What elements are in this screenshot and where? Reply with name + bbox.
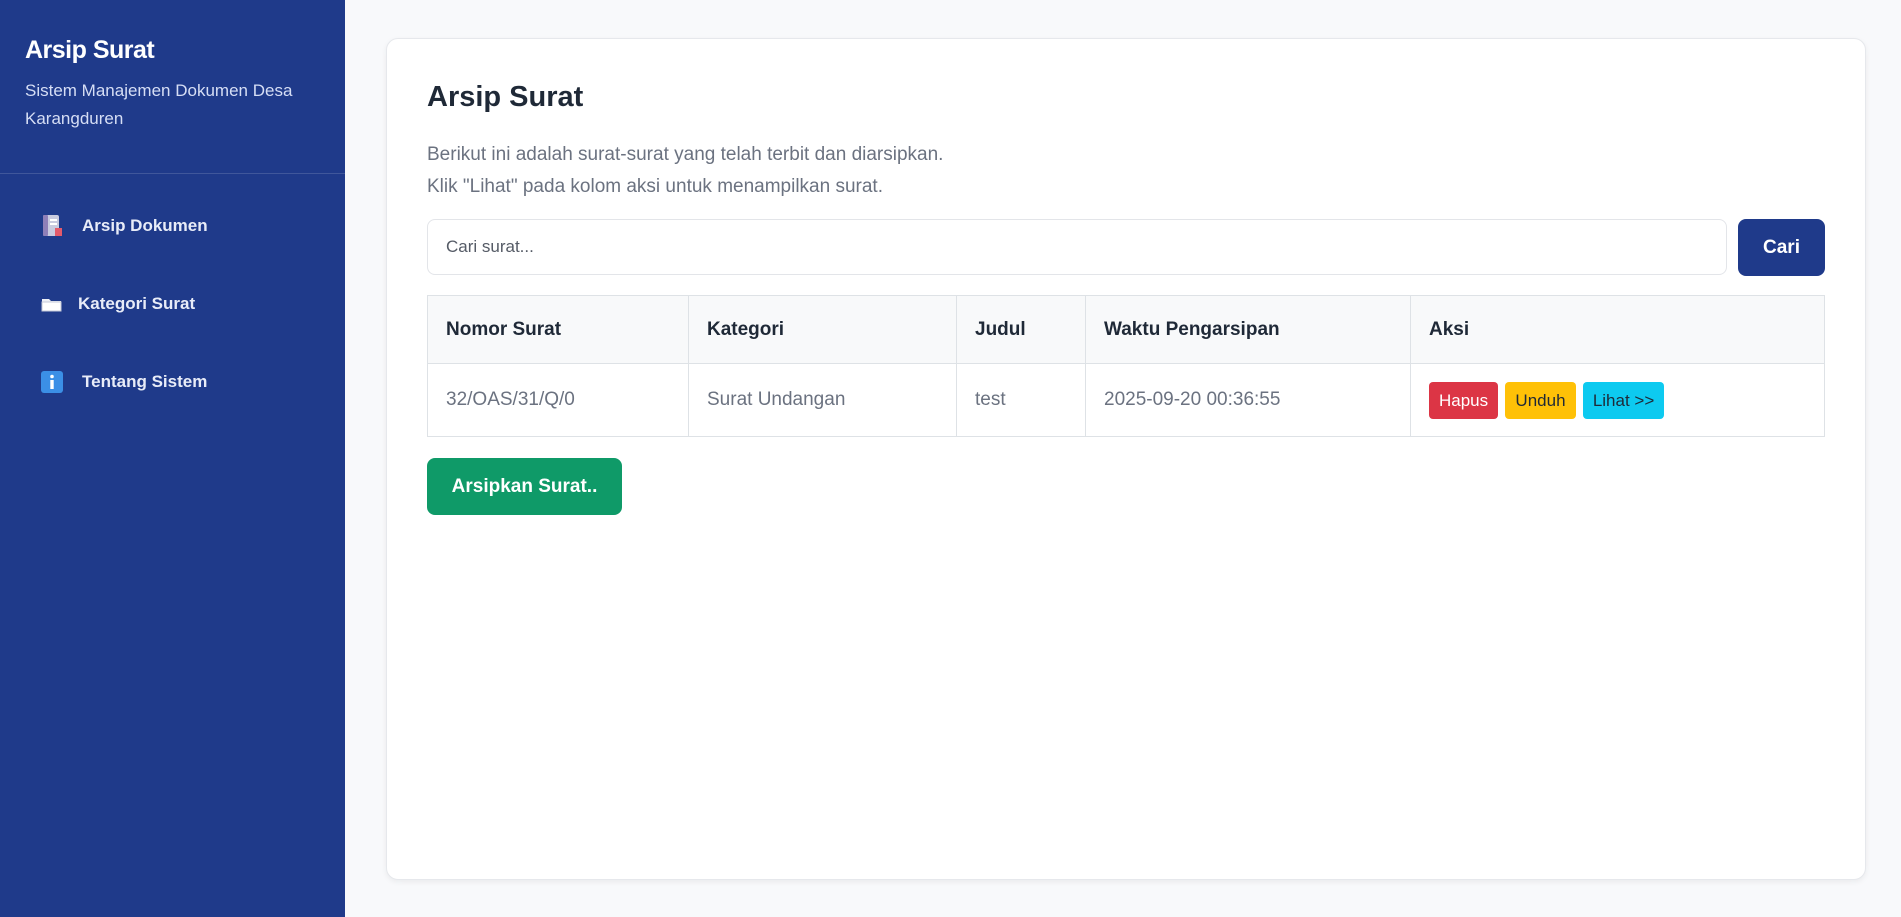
archive-letter-button[interactable]: Arsipkan Surat.. [427,458,622,515]
download-button[interactable]: Unduh [1505,381,1576,419]
folder-icon [38,290,66,318]
column-header-waktu-pengarsipan: Waktu Pengarsipan [1085,295,1411,364]
column-header-kategori: Kategori [688,295,957,364]
sidebar-header: Arsip Surat Sistem Manajemen Dokumen Des… [0,0,345,174]
sidebar-item-kategori-surat[interactable]: Kategori Surat [0,282,345,326]
sidebar-item-tentang-sistem[interactable]: Tentang Sistem [0,360,345,404]
column-header-nomor-surat: Nomor Surat [427,295,689,364]
description-line-1: Berikut ini adalah surat-surat yang tela… [427,144,944,165]
table-row: 32/OAS/31/Q/0 Surat Undangan test 2025-0… [427,363,1825,437]
cell-nomor-surat: 32/OAS/31/Q/0 [427,363,689,437]
sidebar-item-arsip-dokumen[interactable]: Arsip Dokumen [0,204,345,248]
sidebar-nav: Arsip Dokumen Kategori Surat Tentang Sis… [0,174,345,404]
cell-actions: Hapus Unduh Lihat >> [1410,363,1825,437]
sidebar-item-label: Tentang Sistem [82,372,208,391]
archive-table: Nomor Surat Kategori Judul Waktu Pengars… [427,295,1825,437]
description-line-2: Klik "Lihat" pada kolom aksi untuk menam… [427,176,883,197]
view-button[interactable]: Lihat >> [1582,381,1665,419]
app-root: Arsip Surat Sistem Manajemen Dokumen Des… [0,0,1901,917]
column-header-judul: Judul [956,295,1086,364]
main-card: Arsip Surat Berikut ini adalah surat-sur… [386,38,1866,880]
app-title: Arsip Surat [25,36,155,64]
cell-judul: test [956,363,1086,437]
sidebar: Arsip Surat Sistem Manajemen Dokumen Des… [0,0,345,917]
app-subtitle: Sistem Manajemen Dokumen Desa Karangdure… [25,81,293,128]
table-header-row: Nomor Surat Kategori Judul Waktu Pengars… [427,295,1825,364]
delete-button[interactable]: Hapus [1429,381,1499,419]
column-header-aksi: Aksi [1410,295,1825,364]
cell-kategori: Surat Undangan [688,363,957,437]
page-title: Arsip Surat [427,81,584,113]
search-bar: Cari [427,219,1825,276]
sidebar-item-label: Kategori Surat [78,294,196,313]
sidebar-item-label: Arsip Dokumen [82,216,208,235]
notebook-icon [38,212,66,240]
page-description: Berikut ini adalah surat-surat yang tela… [427,139,943,203]
search-button[interactable]: Cari [1738,219,1825,276]
info-icon [38,368,66,396]
cell-waktu-pengarsipan: 2025-09-20 00:36:55 [1085,363,1411,437]
search-input[interactable] [427,219,1727,275]
